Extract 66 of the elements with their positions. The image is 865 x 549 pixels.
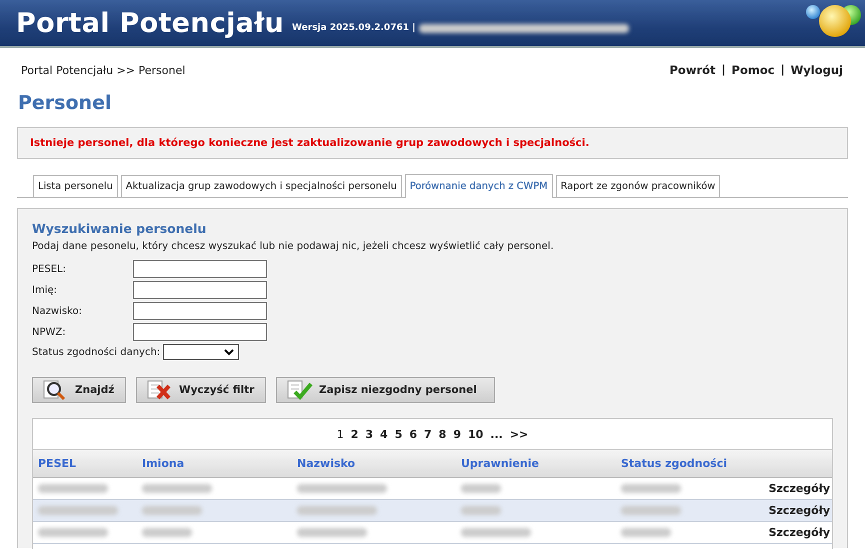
document-check-icon bbox=[287, 380, 313, 400]
field-label: Nazwisko: bbox=[32, 306, 83, 316]
nav-link[interactable]: Powrót bbox=[669, 63, 716, 77]
nav-link[interactable]: Wyloguj bbox=[790, 63, 843, 77]
breadcrumb: Portal Potencjału >> Personel bbox=[21, 64, 186, 76]
action-button[interactable]: Znajdź bbox=[32, 377, 126, 403]
portal-title: Portal Potencjału bbox=[16, 8, 284, 38]
table-row[interactable]: Szczegóły bbox=[33, 522, 832, 544]
input-field[interactable] bbox=[133, 281, 267, 299]
document-x-icon bbox=[147, 380, 173, 400]
nav-link[interactable]: Pomoc bbox=[732, 63, 775, 77]
tab[interactable]: Raport ze zgonów pracowników bbox=[556, 175, 720, 197]
column-header[interactable]: Uprawnienie bbox=[461, 457, 621, 470]
page-link[interactable]: 4 bbox=[380, 428, 388, 440]
page-link[interactable]: >> bbox=[510, 428, 528, 440]
input-field[interactable] bbox=[133, 323, 267, 341]
alert-message: Istnieje personel, dla którego konieczne jest zaktualizowanie grup zawodowych i specjalności. bbox=[30, 137, 590, 149]
version-text: Wersja 2025.09.2.0761 | bbox=[292, 23, 416, 33]
page-link[interactable]: 3 bbox=[365, 428, 374, 440]
field-label: Status zgodności danych: bbox=[32, 346, 160, 358]
redacted-text bbox=[142, 528, 192, 537]
column-header[interactable]: Imiona bbox=[142, 457, 297, 470]
details-link[interactable]: Szczegóły bbox=[751, 504, 832, 517]
link-separator: | bbox=[722, 63, 726, 77]
field-label: NPWZ: bbox=[32, 326, 67, 338]
field-label: Imię: bbox=[32, 284, 58, 296]
page-title: Personel bbox=[18, 91, 112, 115]
redacted-text bbox=[142, 484, 212, 493]
page-link[interactable]: 8 bbox=[438, 428, 446, 440]
chevron-down-icon bbox=[224, 348, 234, 356]
redacted-text bbox=[621, 506, 681, 515]
action-button[interactable]: Zapisz niezgodny personel bbox=[276, 377, 495, 403]
input-field[interactable] bbox=[133, 302, 267, 320]
page-link[interactable]: 9 bbox=[453, 428, 461, 440]
page-link[interactable]: 5 bbox=[394, 428, 402, 440]
redacted-text bbox=[461, 484, 501, 493]
page-link[interactable]: 6 bbox=[409, 428, 417, 440]
page-link[interactable]: ... bbox=[490, 428, 503, 440]
tab[interactable]: Lista personelu bbox=[33, 175, 118, 197]
page-link[interactable]: 2 bbox=[350, 428, 358, 440]
table-row[interactable]: Szczegóły bbox=[33, 500, 832, 522]
column-header[interactable]: Nazwisko bbox=[297, 457, 461, 470]
search-hint: Podaj dane pesonelu, który chcesz wyszukać lub nie podawaj nic, jeżeli chcesz wyświetlić cały personel. bbox=[32, 241, 555, 252]
page-link[interactable]: 10 bbox=[468, 428, 484, 440]
tab[interactable]: Porównanie danych z CWPM bbox=[404, 174, 553, 198]
action-button[interactable]: Wyczyść filtr bbox=[136, 377, 266, 403]
field-label: PESEL: bbox=[32, 264, 67, 274]
redacted-text bbox=[38, 528, 108, 537]
redacted-text bbox=[142, 506, 202, 515]
page-link[interactable]: 7 bbox=[424, 428, 432, 440]
redacted-text bbox=[297, 528, 367, 537]
redacted-text bbox=[38, 484, 108, 493]
page-link[interactable]: 1 bbox=[336, 428, 344, 440]
input-field[interactable] bbox=[133, 260, 267, 278]
section-title: Wyszukiwanie personelu bbox=[32, 221, 208, 236]
details-link[interactable]: Szczegóły bbox=[751, 482, 832, 495]
column-header[interactable]: PESEL bbox=[38, 457, 142, 470]
redacted-text bbox=[461, 528, 531, 537]
details-link[interactable]: Szczegóły bbox=[751, 526, 832, 539]
redacted-text bbox=[461, 506, 501, 515]
link-separator: | bbox=[780, 63, 785, 77]
redacted-text bbox=[621, 484, 681, 493]
column-header[interactable]: Status zgodności bbox=[621, 457, 751, 470]
status-dropdown[interactable] bbox=[163, 344, 240, 360]
tab[interactable]: Aktualizacja grup zawodowych i specjalności personelu bbox=[120, 175, 402, 197]
redacted-text bbox=[621, 528, 671, 537]
